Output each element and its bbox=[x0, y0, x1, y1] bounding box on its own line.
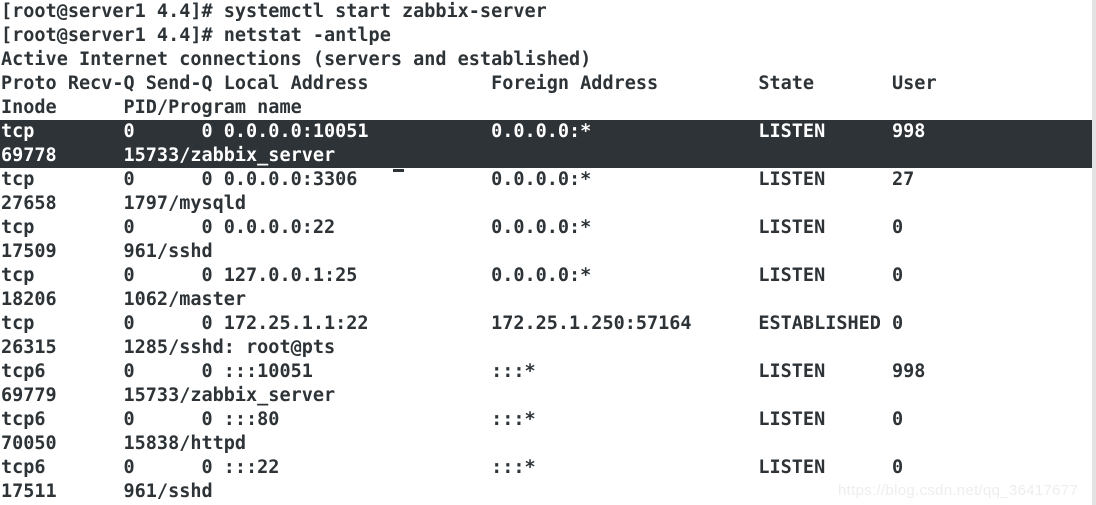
terminal-line-selected-conn-1b[interactable]: 69778 15733/zabbix_server bbox=[0, 144, 1092, 168]
terminal-line-conn-8a: tcp6 0 0 :::22 :::* LISTEN 0 bbox=[1, 457, 904, 478]
watermark-text: https://blog.csdn.net/qq_36417677 bbox=[838, 482, 1079, 499]
terminal-line-conn-3a: tcp 0 0 0.0.0.0:22 0.0.0.0:* LISTEN 0 bbox=[1, 217, 904, 238]
terminal-line-conn-6b: 69779 15733/zabbix_server bbox=[1, 385, 336, 406]
terminal-line-conn-5a: tcp 0 0 172.25.1.1:22 172.25.1.250:57164… bbox=[1, 313, 904, 334]
terminal-line-header-1: Proto Recv-Q Send-Q Local Address Foreig… bbox=[1, 73, 937, 94]
terminal-window[interactable]: [root@server1 4.4]# systemctl start zabb… bbox=[0, 0, 1096, 505]
terminal-screen[interactable]: [root@server1 4.4]# systemctl start zabb… bbox=[0, 0, 1092, 504]
terminal-line-header-2: Inode PID/Program name bbox=[1, 97, 302, 118]
scrollbar[interactable] bbox=[1092, 0, 1096, 505]
terminal-line-conn-7a: tcp6 0 0 :::80 :::* LISTEN 0 bbox=[1, 409, 904, 430]
terminal-line-conn-6a: tcp6 0 0 :::10051 :::* LISTEN 998 bbox=[1, 361, 926, 382]
terminal-line-conn-2b: 27658 1797/mysqld bbox=[1, 193, 247, 214]
terminal-line-command-1: [root@server1 4.4]# systemctl start zabb… bbox=[1, 1, 547, 22]
terminal-line-banner: Active Internet connections (servers and… bbox=[1, 49, 592, 70]
terminal-line-conn-2a: tcp 0 0 0.0.0.0:3306 0.0.0.0:* LISTEN 27 bbox=[1, 169, 915, 190]
terminal-line-conn-7b: 70050 15838/httpd bbox=[1, 433, 247, 454]
text-cursor bbox=[393, 169, 404, 172]
terminal-line-conn-4a: tcp 0 0 127.0.0.1:25 0.0.0.0:* LISTEN 0 bbox=[1, 265, 904, 286]
terminal-line-conn-3b: 17509 961/sshd bbox=[1, 241, 213, 262]
terminal-line-conn-4b: 18206 1062/master bbox=[1, 289, 247, 310]
terminal-line-selected-conn-1a[interactable]: tcp 0 0 0.0.0.0:10051 0.0.0.0:* LISTEN 9… bbox=[0, 120, 1092, 144]
terminal-line-command-2: [root@server1 4.4]# netstat -antlpe bbox=[1, 25, 391, 46]
terminal-line-conn-5b: 26315 1285/sshd: root@pts bbox=[1, 337, 336, 358]
